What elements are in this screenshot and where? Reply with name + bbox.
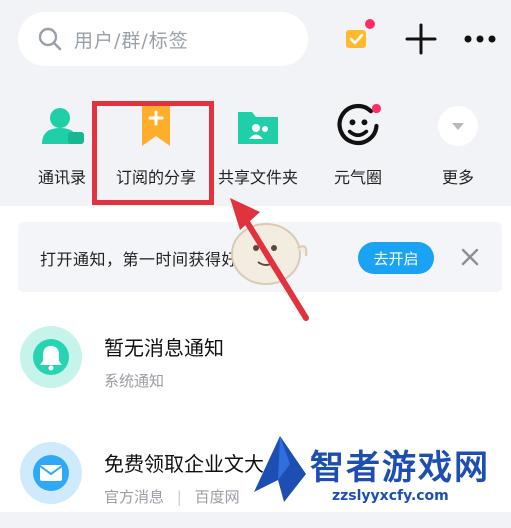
message-subtitle: 官方消息 | 百度网 [104,486,240,507]
pointer-arrow [230,198,309,321]
separator: | [176,488,182,506]
app-vitality-circle[interactable]: 元气圈 [310,96,406,196]
search-icon [38,27,62,51]
message-title-head: 免费领取企业文 [104,452,244,476]
message-item[interactable]: 暂无消息通知 系统通知 [0,322,511,412]
app-label: 更多 [441,168,474,187]
mail-icon [20,442,82,504]
watermark-logo-icon [254,436,306,502]
message-title: 免费领取企业文大 [104,448,264,477]
watermark-url: zzslyyxcfy.com [332,488,449,504]
plus-icon [405,23,437,55]
watermark-text: 智者游戏网 [310,448,490,488]
message-source: 官方消息 [104,488,165,506]
app-more[interactable]: 更多 [410,96,506,196]
message-subtitle: 系统通知 [104,372,165,390]
contacts-icon [38,102,86,150]
highlight-box [92,101,214,205]
add-button[interactable] [402,20,440,58]
message-title: 暂无消息通知 [104,336,224,360]
close-icon[interactable] [459,246,481,268]
smile-circle-icon [334,102,382,150]
more-apps-button [434,102,482,150]
search-box[interactable]: 用户/群/标签 [18,12,308,66]
checklist-icon [346,19,375,48]
chevron-down-icon [438,106,478,146]
more-menu-button[interactable] [460,24,500,54]
bell-icon [20,326,82,388]
enable-notifications-button[interactable]: 去开启 [358,242,434,274]
app-shared-folder[interactable]: 共享文件夹 [210,96,306,196]
app-label: 共享文件夹 [217,168,298,187]
watermark: 智者游戏网 zzslyyxcfy.com [250,432,511,512]
app-label: 元气圈 [333,168,382,187]
message-preview: 百度网 [194,488,240,506]
app-grid: 通讯录 订阅的分享 共享文件夹 元气圈 更多 [0,96,511,196]
shared-folder-icon [234,102,282,150]
checklist-button[interactable] [340,18,376,54]
more-icon [464,35,496,43]
top-bar: 用户/群/标签 [0,0,511,78]
search-placeholder: 用户/群/标签 [74,29,189,52]
